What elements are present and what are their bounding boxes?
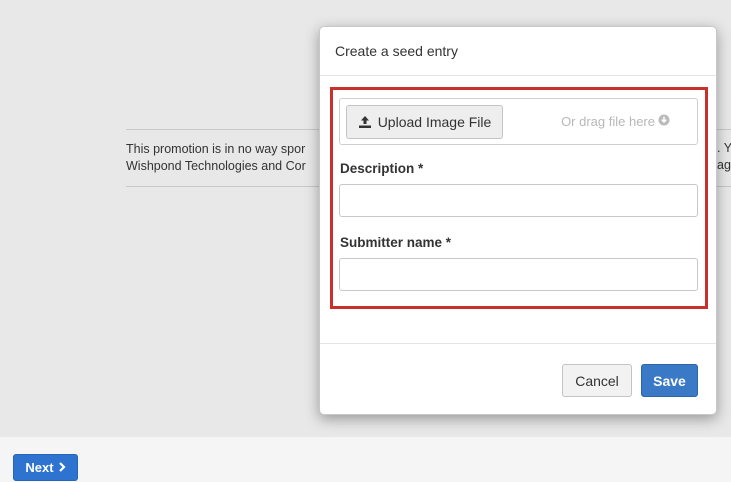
circle-arrow-down-icon bbox=[658, 114, 670, 129]
drag-hint-label: Or drag file here bbox=[561, 114, 655, 129]
disclaimer-right-2: ag bbox=[717, 158, 731, 172]
page-footer bbox=[0, 437, 731, 482]
drag-hint: Or drag file here bbox=[561, 114, 670, 129]
disclaimer-text-right: . Y ag bbox=[717, 140, 731, 174]
modal-footer: Cancel Save bbox=[320, 343, 716, 414]
submitter-name-input[interactable] bbox=[339, 258, 698, 291]
cancel-button[interactable]: Cancel bbox=[562, 364, 632, 397]
upload-icon bbox=[358, 115, 372, 129]
disclaimer-right-1: . Y bbox=[717, 141, 731, 155]
upload-dropzone[interactable]: Upload Image File Or drag file here bbox=[339, 98, 698, 145]
next-button[interactable]: Next bbox=[13, 454, 78, 481]
description-input[interactable] bbox=[339, 184, 698, 217]
upload-image-button[interactable]: Upload Image File bbox=[346, 105, 503, 139]
modal-header: Create a seed entry bbox=[320, 27, 716, 76]
seed-entry-modal: Create a seed entry Upload Image File Or… bbox=[319, 26, 717, 415]
description-label: Description * bbox=[340, 161, 424, 176]
submitter-name-label: Submitter name * bbox=[340, 235, 452, 250]
chevron-right-icon bbox=[58, 461, 66, 475]
save-button[interactable]: Save bbox=[641, 364, 698, 397]
upload-image-label: Upload Image File bbox=[377, 114, 492, 130]
modal-title: Create a seed entry bbox=[335, 43, 458, 59]
next-label: Next bbox=[25, 460, 54, 475]
